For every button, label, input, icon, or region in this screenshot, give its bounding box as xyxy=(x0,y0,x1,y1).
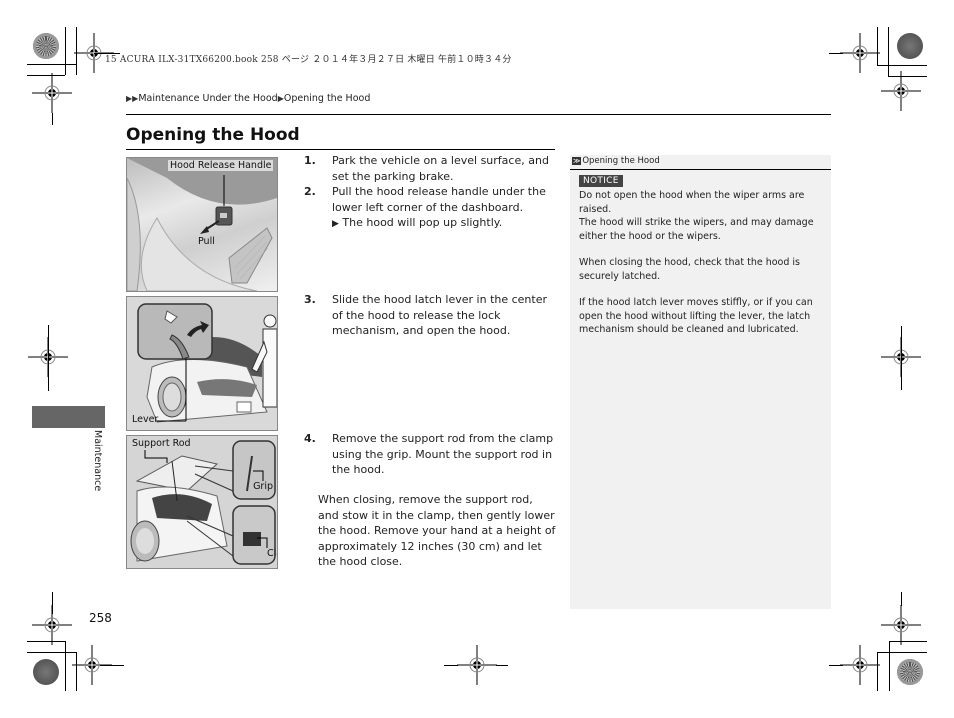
car-front-illustration xyxy=(137,303,277,423)
figure-label: Grip xyxy=(253,481,273,492)
figure-label: Hood Release Handle xyxy=(168,160,274,171)
step-number: 2. xyxy=(304,185,316,198)
color-rosette-icon xyxy=(897,659,923,685)
closing-paragraph: When closing, remove the support rod, an… xyxy=(318,493,556,568)
sidebar-paragraph: If the hood latch lever moves stiffly, o… xyxy=(579,297,813,335)
step-number: 1. xyxy=(304,154,316,167)
step-2: 2. Pull the hood release handle under the… xyxy=(304,184,556,233)
figure-label: Clamp xyxy=(267,548,277,559)
registration-mark-icon xyxy=(881,71,921,111)
sidebar-title: ≫ Opening the Hood xyxy=(570,156,831,166)
step-number: 4. xyxy=(304,432,316,445)
step-result: The hood will pop up slightly. xyxy=(342,216,503,229)
breadcrumb: ▶▶Maintenance Under the Hood▶Opening the… xyxy=(126,93,370,104)
step-1: 1. Park the vehicle on a level surface, a… xyxy=(304,153,556,184)
registration-mark-icon xyxy=(32,73,72,113)
open-hood-illustration xyxy=(130,440,276,565)
figure-hood-latch-lever: Lever xyxy=(126,296,278,431)
sidebar-title-text[interactable]: Opening the Hood xyxy=(582,156,659,166)
breadcrumb-item[interactable]: Opening the Hood xyxy=(284,93,371,104)
title-rule xyxy=(126,149,555,150)
color-rosette-icon xyxy=(897,33,923,59)
chapter-label: Maintenance xyxy=(92,430,103,492)
result-arrow-icon: ▶ xyxy=(332,219,339,229)
step-3: 3. Slide the hood latch lever in the cent… xyxy=(304,292,556,339)
step-text: Slide the hood latch lever in the center… xyxy=(332,293,548,337)
reference-marker-icon: ≫ xyxy=(572,157,582,165)
figure-label: Pull xyxy=(198,236,215,247)
figure-hood-release-handle: Hood Release Handle Pull xyxy=(126,157,278,292)
breadcrumb-item[interactable]: Maintenance Under the Hood xyxy=(138,93,277,104)
registration-mark-icon xyxy=(840,33,880,73)
step-number: 3. xyxy=(304,293,316,306)
print-header: 15 ACURA ILX-31TX66200.book 258 ページ ２０１４… xyxy=(105,55,512,65)
section-title: Opening the Hood xyxy=(126,125,300,145)
step-text: Park the vehicle on a level surface, and… xyxy=(332,154,549,183)
figure-label: Support Rod xyxy=(132,438,191,449)
registration-mark-icon xyxy=(840,645,880,685)
sidebar-paragraph: Do not open the hood when the wiper arms… xyxy=(579,190,805,215)
header-rule xyxy=(126,114,831,115)
color-rosette-icon xyxy=(33,33,59,59)
chapter-tab[interactable] xyxy=(32,406,105,428)
page-number: 258 xyxy=(89,611,112,625)
sidebar-paragraph: When closing the hood, check that the ho… xyxy=(579,257,801,282)
step-text: Remove the support rod from the clamp us… xyxy=(332,432,554,476)
breadcrumb-marker-icon: ▶▶ xyxy=(126,94,139,103)
dashboard-illustration xyxy=(127,158,277,291)
figure-support-rod: Support Rod Grip Clamp xyxy=(126,435,278,569)
notice-badge: NOTICE xyxy=(579,175,623,187)
sidebar-paragraph: The hood will strike the wipers, and may… xyxy=(579,217,814,242)
registration-mark-icon xyxy=(32,605,72,645)
figure-label: Lever xyxy=(132,414,159,425)
registration-mark-icon xyxy=(881,605,921,645)
registration-mark-icon xyxy=(457,645,497,685)
color-rosette-icon xyxy=(33,659,59,685)
step-4: 4. Remove the support rod from the clamp … xyxy=(304,431,556,478)
sidebar-rule xyxy=(570,169,831,170)
step-text: Pull the hood release handle under the l… xyxy=(332,185,546,214)
